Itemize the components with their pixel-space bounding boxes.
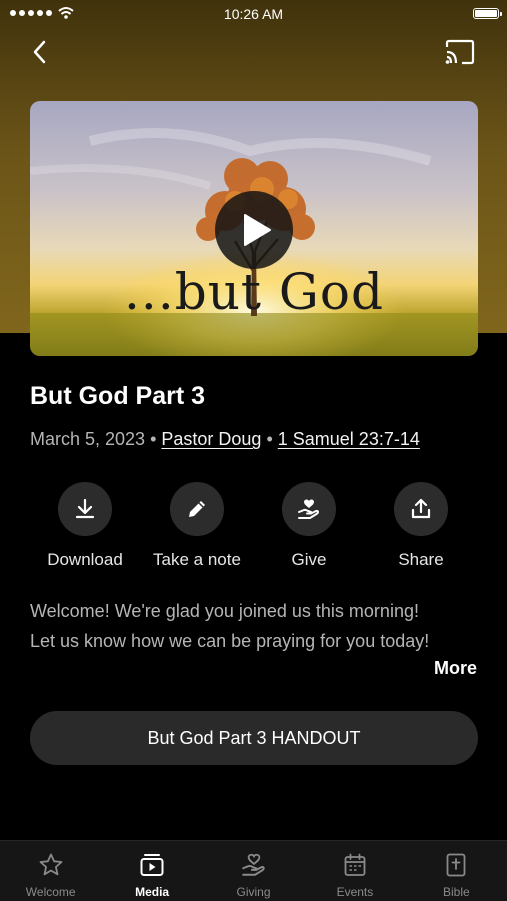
- video-overlay-title: ...but God: [124, 263, 384, 321]
- heart-hand-icon: [298, 499, 319, 519]
- share-label: Share: [398, 550, 444, 569]
- take-note-label: Take a note: [153, 550, 241, 569]
- meta-separator: •: [266, 429, 273, 449]
- bible-icon: [446, 853, 466, 877]
- description-line: Welcome! We're glad you joined us this m…: [30, 601, 419, 621]
- share-button[interactable]: Share: [365, 482, 477, 570]
- play-button[interactable]: [215, 191, 293, 269]
- tab-label: Bible: [442, 885, 470, 899]
- star-icon: [39, 853, 63, 876]
- download-icon: [75, 498, 95, 519]
- speaker-link[interactable]: Pastor Doug: [161, 429, 261, 449]
- cast-icon: [445, 39, 475, 65]
- cast-button[interactable]: [444, 38, 476, 66]
- take-note-button[interactable]: Take a note: [141, 482, 253, 570]
- sermon-date: March 5, 2023: [30, 429, 146, 449]
- tab-label: Media: [135, 885, 170, 899]
- more-button[interactable]: More: [434, 658, 477, 679]
- tab-bible[interactable]: Bible: [406, 841, 507, 901]
- status-bar: 10:26 AM: [0, 0, 507, 28]
- chevron-left-icon: [33, 40, 46, 64]
- tab-welcome[interactable]: Welcome: [0, 841, 101, 901]
- meta-separator: •: [150, 429, 157, 449]
- battery-icon: [473, 8, 502, 19]
- media-icon: [140, 854, 164, 876]
- tab-label: Welcome: [25, 885, 76, 899]
- download-button[interactable]: Download: [29, 482, 141, 570]
- sermon-meta: March 5, 2023 • Pastor Doug • 1 Samuel 23:7-…: [30, 429, 420, 450]
- tab-label: Events: [336, 885, 374, 899]
- sermon-description: Welcome! We're glad you joined us this m…: [30, 596, 480, 656]
- status-time: 10:26 AM: [223, 6, 284, 22]
- download-label: Download: [47, 550, 123, 569]
- scripture-link[interactable]: 1 Samuel 23:7-14: [278, 429, 420, 449]
- tab-giving[interactable]: Giving: [203, 841, 304, 901]
- tab-label: Giving: [236, 885, 271, 899]
- video-thumbnail[interactable]: ...but God: [30, 101, 478, 356]
- back-button[interactable]: [28, 38, 54, 66]
- play-icon: [244, 214, 271, 246]
- tab-media[interactable]: Media: [101, 841, 202, 901]
- give-label: Give: [291, 550, 327, 569]
- description-line: Let us know how we can be praying for yo…: [30, 631, 430, 651]
- handout-button[interactable]: But God Part 3 HANDOUT: [30, 711, 478, 765]
- share-icon: [411, 498, 431, 519]
- pencil-icon: [189, 501, 205, 517]
- sermon-title: But God Part 3: [30, 382, 206, 410]
- tab-events[interactable]: Events: [304, 841, 405, 901]
- heart-hand-icon: [241, 853, 265, 876]
- calendar-icon: [344, 853, 366, 876]
- tab-bar: Welcome Media Giving Events Bible: [0, 840, 507, 901]
- give-button[interactable]: Give: [253, 482, 365, 570]
